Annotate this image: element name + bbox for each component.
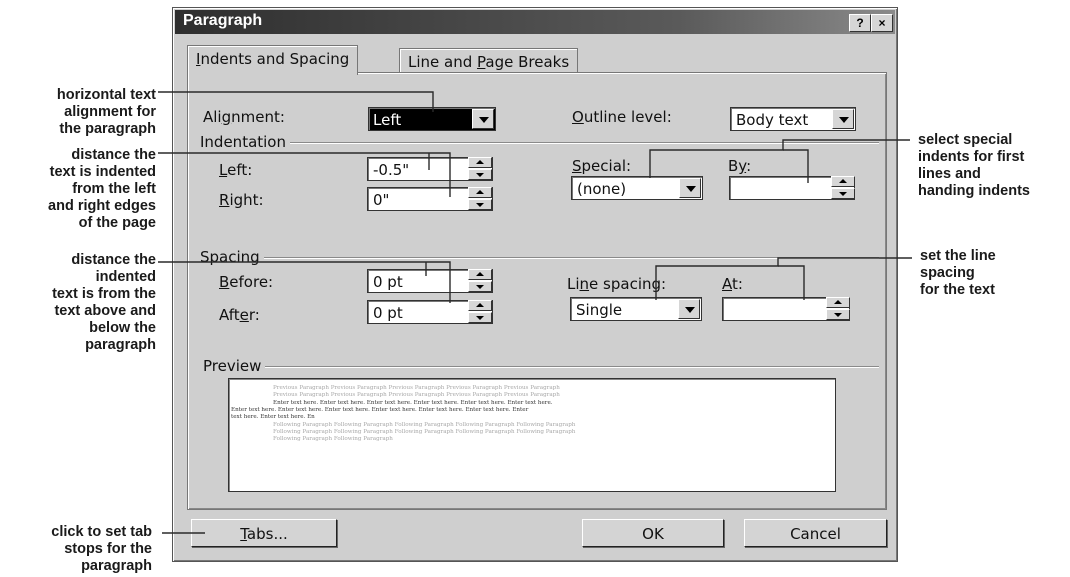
dialog-content: Alignment: Left Outline level: Body text… [0, 0, 1070, 577]
spin-down-icon[interactable] [831, 188, 855, 199]
indent-left-spinner[interactable] [468, 157, 492, 181]
spacing-after-spinner[interactable] [468, 300, 492, 324]
indent-right-spinner[interactable] [468, 187, 492, 211]
spin-down-icon[interactable] [468, 312, 492, 323]
spin-up-icon[interactable] [468, 157, 492, 168]
spin-down-icon[interactable] [468, 281, 492, 292]
preview-previous-line: Previous Paragraph Previous Paragraph Pr… [273, 385, 560, 391]
preview-following-line: Following Paragraph Following Paragraph [273, 436, 393, 442]
by-spinner[interactable] [831, 176, 855, 200]
cancel-button[interactable]: Cancel [744, 519, 887, 547]
indentation-group-label: Indentation [200, 133, 290, 151]
spacing-group-label: Spacing [200, 248, 264, 266]
preview-group-line [206, 366, 879, 368]
line-spacing-dropdown-button[interactable] [678, 299, 700, 319]
indentation-group-line [203, 142, 879, 144]
alignment-dropdown-button[interactable] [472, 109, 494, 129]
spin-up-icon[interactable] [831, 176, 855, 187]
tabs-button[interactable]: Tabs... [191, 519, 337, 547]
ok-button[interactable]: OK [582, 519, 724, 547]
preview-group-label: Preview [203, 357, 266, 375]
at-spinner[interactable] [826, 297, 850, 321]
special-dropdown-button[interactable] [679, 178, 701, 198]
spin-up-icon[interactable] [468, 269, 492, 280]
preview-box: Previous Paragraph Previous Paragraph Pr… [228, 378, 836, 492]
line-spacing-label: Line spacing: [567, 275, 667, 293]
spacing-before-spinner[interactable] [468, 269, 492, 293]
preview-following-line: Following Paragraph Following Paragraph … [273, 422, 576, 428]
indent-left-label: Left: [219, 161, 253, 179]
alignment-label: Alignment: [203, 108, 285, 126]
outline-level-label: Outline level: [572, 108, 672, 126]
by-label: By: [728, 157, 752, 175]
preview-text-line: text here. Enter text here. En [231, 414, 315, 420]
special-label: Special: [572, 157, 632, 175]
preview-text-line: Enter text here. Enter text here. Enter … [231, 407, 529, 413]
spin-up-icon[interactable] [468, 187, 492, 198]
spacing-group-line [203, 257, 879, 259]
spin-down-icon[interactable] [826, 309, 850, 320]
preview-text-line: Enter text here. Enter text here. Enter … [273, 400, 553, 406]
indent-right-label: Right: [219, 191, 264, 209]
spin-up-icon[interactable] [468, 300, 492, 311]
preview-previous-line: Previous Paragraph Previous Paragraph Pr… [273, 392, 560, 398]
spin-up-icon[interactable] [826, 297, 850, 308]
spacing-before-label: Before: [219, 273, 274, 291]
outline-level-dropdown-button[interactable] [832, 109, 854, 129]
spin-down-icon[interactable] [468, 169, 492, 180]
at-label: At: [722, 275, 743, 293]
spin-down-icon[interactable] [468, 199, 492, 210]
preview-following-line: Following Paragraph Following Paragraph … [273, 429, 576, 435]
spacing-after-label: After: [219, 306, 260, 324]
